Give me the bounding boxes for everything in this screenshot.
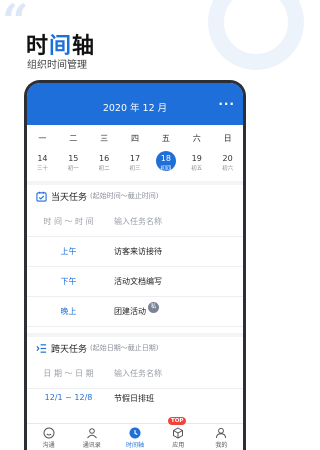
task-name: 活动文档编写: [114, 277, 162, 286]
date-cell-18-selected[interactable]: 18 初四: [150, 151, 181, 181]
date-cell-20[interactable]: 20 初六: [212, 151, 243, 181]
date-range-field[interactable]: 日 期 ～ 日 期: [27, 368, 110, 379]
lunar-date: 初二: [98, 166, 110, 172]
lunar-date: 初一: [67, 166, 79, 172]
weekday-label: 五: [161, 133, 170, 143]
date-cell-19[interactable]: 19 初五: [181, 151, 212, 181]
date-number: 17: [129, 154, 141, 163]
lunar-date: 三十: [36, 166, 48, 172]
date-number: 20: [222, 154, 233, 163]
calendar-check-icon: [36, 191, 47, 202]
task-date-range: 12/1 ~ 12/8: [44, 393, 93, 402]
date-number: 14: [37, 154, 48, 163]
lunar-date: 初三: [129, 166, 141, 172]
tab-label: 通讯录: [82, 442, 101, 449]
tab-label: 应用: [172, 442, 185, 449]
task-name: 节假日排班: [114, 394, 154, 403]
date-number: 18: [160, 154, 171, 163]
tab-me[interactable]: 我的: [200, 424, 243, 450]
weekday-label: 日: [223, 133, 232, 143]
date-row: 14 三十 15 初一 16 初二 17 初三 18 初四 19 初五 20 初六: [27, 151, 243, 181]
calendar-header: 2020 年 12 月 ···: [27, 83, 243, 125]
task-row[interactable]: 晚上 团建活动私: [27, 297, 243, 327]
ring-decoration: [208, 0, 304, 70]
tab-chat[interactable]: 沟通: [27, 424, 70, 450]
cube-icon: [173, 427, 184, 439]
task-name: 访客来访接待: [114, 247, 162, 256]
weekday-label: 三: [100, 133, 109, 143]
task-time: 晚上: [60, 307, 77, 316]
promo-subtitle: 组织时间管理: [27, 60, 87, 71]
tab-timeline[interactable]: 时间轴: [113, 424, 156, 450]
date-number: 16: [99, 154, 110, 163]
weekday-label: 四: [131, 133, 139, 143]
bottom-tab-bar: TOP 沟通 通讯录 时间轴 应用 我的: [27, 417, 243, 450]
lunar-date: 初六: [222, 166, 234, 172]
time-range-field[interactable]: 时 间 ～ 时 间: [27, 216, 110, 227]
contacts-icon: [86, 428, 97, 439]
tab-label: 沟通: [42, 442, 55, 449]
cross-day-tasks-header: 跨天任务 (起始日期～截止日期): [27, 337, 243, 359]
tab-apps[interactable]: 应用: [157, 424, 200, 450]
phone-frame: 2020 年 12 月 ··· 一 二 三 四 五 六 日 14 三十 15 初一 …: [24, 80, 246, 450]
month-title[interactable]: 2020 年 12 月: [27, 100, 243, 114]
tab-contacts[interactable]: 通讯录: [70, 424, 113, 450]
weekday-label: 二: [69, 133, 78, 143]
smile-chat-icon: [43, 427, 55, 439]
today-tasks-header: 当天任务 (起始时间～截止时间): [27, 185, 243, 207]
date-cell-15[interactable]: 15 初一: [58, 151, 89, 181]
quote-decoration: “: [2, 0, 29, 48]
section-hint: (起始日期～截止日期): [90, 344, 159, 352]
more-button[interactable]: ···: [218, 97, 235, 111]
clock-icon: [129, 427, 141, 439]
weekday-label: 一: [38, 133, 47, 143]
task-name-input[interactable]: 输入任务名称: [110, 368, 243, 379]
task-name-input[interactable]: 输入任务名称: [110, 216, 243, 227]
lunar-date: 初四: [160, 166, 172, 172]
task-time: 下午: [60, 277, 77, 286]
tab-label: 时间轴: [126, 442, 145, 449]
tab-label: 我的: [215, 442, 228, 449]
section-title: 跨天任务: [51, 344, 88, 355]
cross-task-row[interactable]: 12/1 ~ 12/8 节假日排班: [27, 389, 243, 411]
task-name-cell: 团建活动私: [110, 302, 243, 317]
section-title: 当天任务: [51, 192, 88, 203]
date-number: 19: [191, 154, 202, 163]
task-row[interactable]: 上午 访客来访接待: [27, 237, 243, 267]
cross-task-input-row: 日 期 ～ 日 期 输入任务名称: [27, 359, 243, 389]
date-number: 15: [68, 154, 79, 163]
date-cell-17[interactable]: 17 初三: [120, 151, 151, 181]
date-cell-14[interactable]: 14 三十: [27, 151, 58, 181]
task-name: 团建活动: [114, 307, 146, 316]
date-cell-16[interactable]: 16 初二: [89, 151, 120, 181]
today-task-input-row: 时 间 ～ 时 间 输入任务名称: [27, 207, 243, 237]
lunar-date: 初五: [191, 166, 203, 172]
task-row[interactable]: 下午 活动文档编写: [27, 267, 243, 297]
weekday-label: 六: [192, 133, 201, 143]
section-hint: (起始时间～截止时间): [90, 192, 159, 200]
list-indent-icon: [36, 343, 47, 353]
task-time: 上午: [60, 247, 77, 256]
person-icon: [216, 427, 227, 439]
private-badge: 私: [148, 302, 159, 313]
weekday-row: 一 二 三 四 五 六 日: [27, 125, 243, 151]
